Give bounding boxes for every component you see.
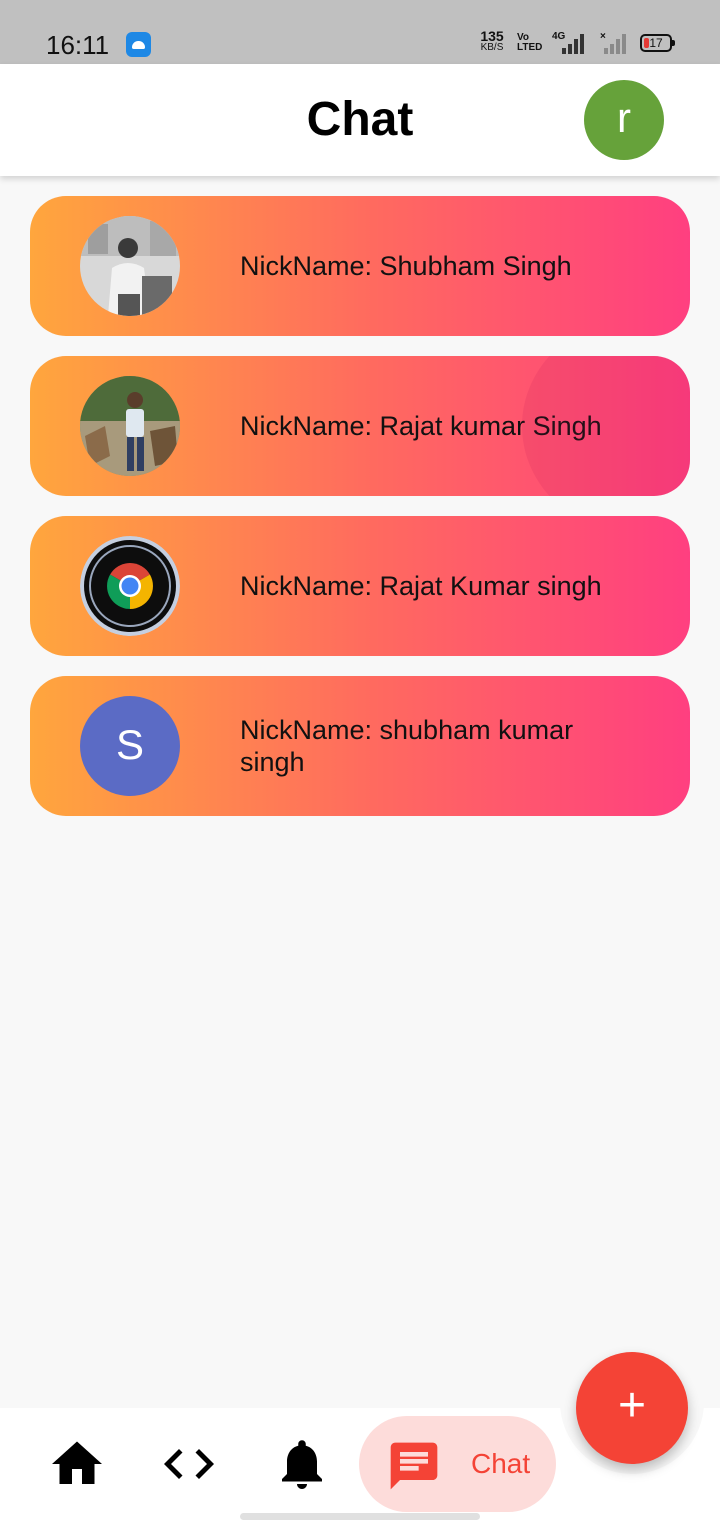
nav-notifications-button[interactable] bbox=[272, 1434, 332, 1494]
battery-icon: 17 bbox=[640, 34, 675, 52]
chrome-logo-icon bbox=[80, 536, 180, 636]
status-time: 16:11 bbox=[46, 30, 110, 60]
battery-level: 17 bbox=[649, 36, 663, 50]
letter-avatar: S bbox=[80, 696, 180, 796]
home-indicator[interactable] bbox=[240, 1513, 480, 1520]
home-icon bbox=[52, 1441, 102, 1484]
status-bar: 16:11 135 KB/S Vo LTED 4G × 17 bbox=[0, 0, 720, 64]
nav-code-button[interactable] bbox=[159, 1434, 219, 1494]
nav-chat-button[interactable]: Chat bbox=[359, 1416, 556, 1512]
avatar bbox=[80, 376, 180, 476]
profile-avatar-button[interactable]: r bbox=[584, 80, 664, 160]
network-speed: 135 KB/S bbox=[478, 29, 506, 54]
avatar bbox=[80, 216, 180, 316]
chat-list: NickName: Shubham Singh NickName: Rajat … bbox=[30, 196, 690, 836]
volte-line2: LTED bbox=[517, 42, 543, 53]
chat-card[interactable]: S NickName: shubham kumar singh bbox=[30, 676, 690, 816]
chat-card[interactable]: NickName: Shubham Singh bbox=[30, 196, 690, 336]
chat-nickname: NickName: Rajat kumar Singh bbox=[240, 411, 602, 441]
add-chat-button[interactable]: + bbox=[576, 1352, 688, 1464]
network-speed-unit: KB/S bbox=[480, 42, 504, 53]
signal-no-service-icon: × bbox=[598, 31, 638, 54]
volte-icon: Vo LTED bbox=[517, 33, 542, 53]
chat-nickname: NickName: shubham kumar singh bbox=[240, 715, 574, 777]
network-type-label: 4G bbox=[552, 31, 566, 42]
nav-home-button[interactable] bbox=[47, 1434, 107, 1494]
nav-chat-label: Chat bbox=[471, 1448, 531, 1479]
signal-4g-icon: 4G bbox=[550, 31, 590, 54]
code-icon bbox=[164, 1449, 214, 1479]
chat-nickname: NickName: Rajat Kumar singh bbox=[240, 571, 602, 601]
avatar bbox=[80, 536, 180, 636]
chat-bubble-icon bbox=[386, 1438, 442, 1494]
avatar-photo-icon bbox=[80, 376, 180, 476]
plus-icon: + bbox=[617, 1379, 647, 1432]
app-bar: Chat r bbox=[0, 64, 720, 176]
bell-icon bbox=[282, 1440, 322, 1489]
chat-card[interactable]: NickName: Rajat Kumar singh bbox=[30, 516, 690, 656]
chat-nickname: NickName: Shubham Singh bbox=[240, 251, 572, 281]
android-notification-icon bbox=[126, 32, 151, 57]
avatar-photo-icon bbox=[80, 216, 180, 316]
chat-card[interactable]: NickName: Rajat kumar Singh bbox=[30, 356, 690, 496]
